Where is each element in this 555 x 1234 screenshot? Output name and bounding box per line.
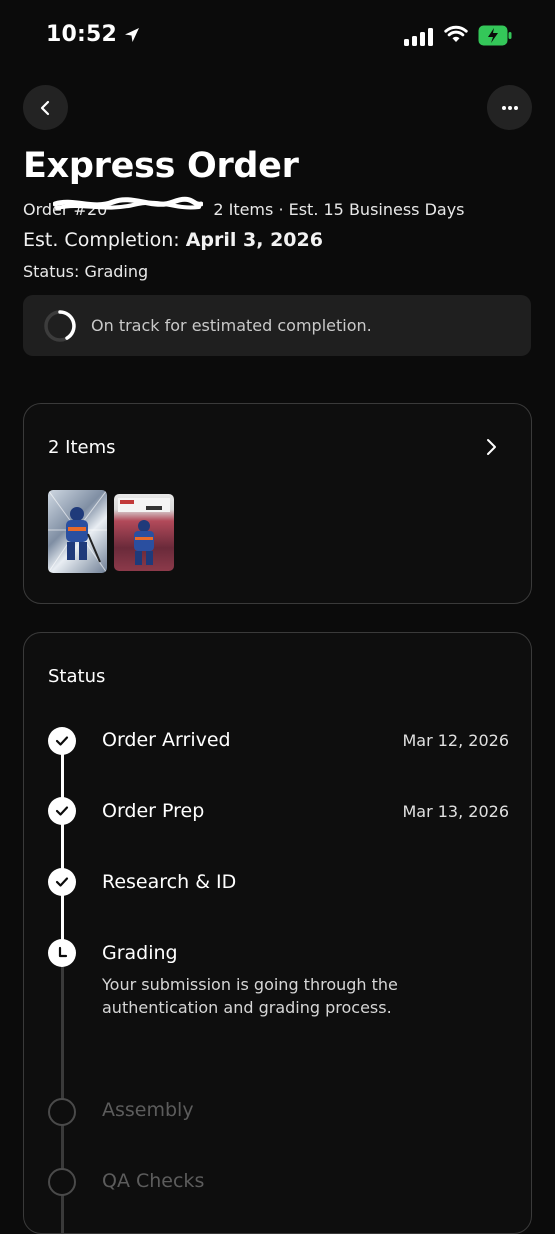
more-options-button[interactable]: [487, 85, 532, 130]
step-label-order-arrived: Order Arrived: [102, 729, 231, 751]
wifi-icon: [444, 25, 468, 42]
step-label-assembly: Assembly: [102, 1099, 194, 1121]
pending-step-circle-icon: [48, 1098, 76, 1126]
estimated-completion: Est. Completion: April 3, 2026: [23, 229, 323, 251]
progress-banner: On track for estimated completion.: [23, 295, 531, 356]
back-button[interactable]: [23, 85, 68, 130]
more-horizontal-icon: [501, 105, 518, 110]
battery-charging-icon: [478, 25, 512, 46]
banner-text: On track for estimated completion.: [91, 316, 372, 335]
status-card-title: Status: [48, 666, 106, 687]
est-completion-label: Est. Completion:: [23, 229, 180, 251]
items-card-title: 2 Items: [48, 437, 116, 458]
est-completion-date: April 3, 2026: [185, 229, 323, 251]
timeline-line-complete: [61, 740, 64, 953]
step-description-grading: Your submission is going through the aut…: [102, 975, 398, 1017]
clock-icon: [48, 939, 76, 967]
step-check-icon: [48, 727, 76, 755]
step-check-icon: [48, 868, 76, 896]
progress-spinner-icon: [44, 309, 76, 342]
status-card: Status Order Arrived Mar 12, 2026 Order …: [23, 632, 532, 1234]
step-label-research-id: Research & ID: [102, 871, 237, 893]
status-bar-time: 10:52: [46, 22, 118, 47]
hockey-card-thumbnail-2[interactable]: [114, 494, 174, 571]
step-date-order-prep: Mar 13, 2026: [402, 802, 509, 821]
order-meta-line: Order #20 2 Items · Est. 15 Business Day…: [23, 196, 465, 219]
pending-step-circle-icon: [48, 1168, 76, 1196]
order-status: Status: Grading: [23, 262, 149, 281]
order-items-estimate: 2 Items · Est. 15 Business Days: [213, 200, 465, 219]
order-number: Order #20: [23, 196, 203, 219]
step-check-icon: [48, 797, 76, 825]
step-label-order-prep: Order Prep: [102, 800, 205, 822]
cellular-signal-icon: [404, 26, 433, 46]
chevron-left-icon: [40, 100, 49, 115]
step-label-grading: Grading: [102, 942, 178, 964]
chevron-right-icon: [487, 439, 496, 455]
step-date-order-arrived: Mar 12, 2026: [402, 731, 509, 750]
items-card[interactable]: 2 Items: [23, 403, 532, 604]
navigation-arrow-icon: [125, 27, 140, 42]
status-bar-time-group: 10:52: [46, 22, 141, 47]
page-title: Express Order: [23, 146, 299, 186]
step-label-qa-checks: QA Checks: [102, 1170, 205, 1192]
hockey-card-thumbnail-1[interactable]: [48, 490, 107, 573]
redaction-scribble: [53, 196, 203, 210]
